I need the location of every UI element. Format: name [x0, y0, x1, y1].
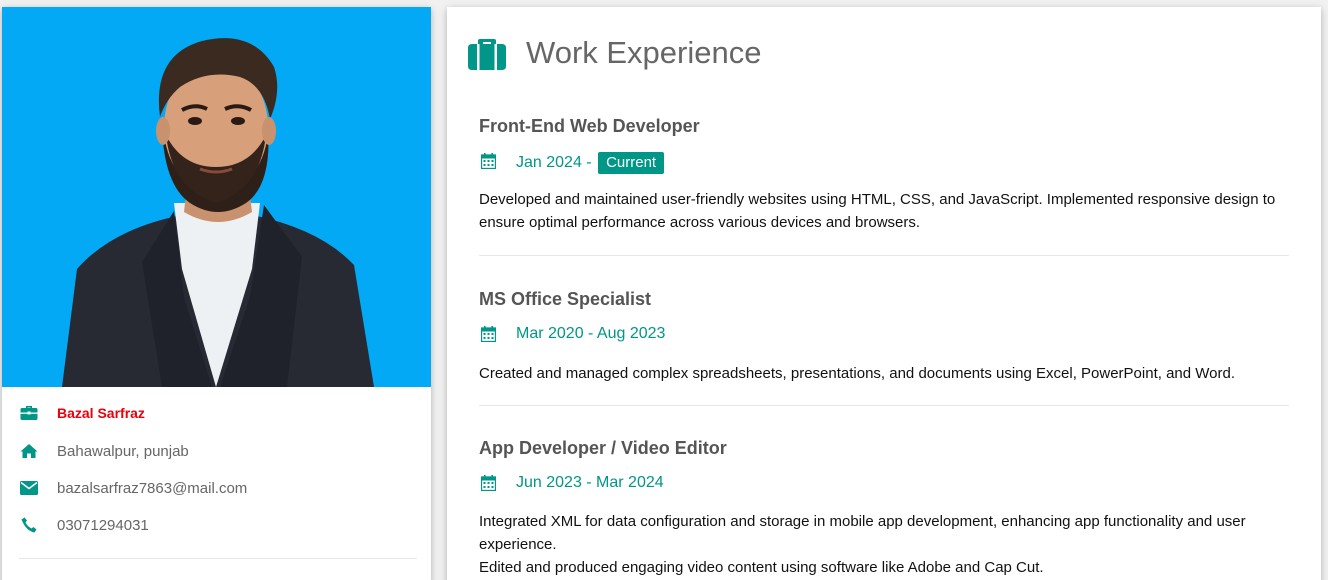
job-divider [479, 255, 1289, 256]
profile-name-row: Bazal Sarfraz [19, 401, 145, 425]
section-title: Work Experience [526, 35, 762, 70]
job-date-text: Jun 2023 - Mar 2024 [516, 474, 664, 491]
job-description: Edited and produced engaging video conte… [479, 559, 1044, 576]
job-title: MS Office Specialist [479, 289, 652, 309]
profile-photo [2, 7, 431, 387]
profile-card: Bazal Sarfraz Bahawalpur, punjab bazalsa… [2, 7, 431, 580]
calendar-icon [480, 475, 497, 496]
job-description: Developed and maintained user-friendly w… [479, 191, 1276, 231]
profile-location: Bahawalpur, punjab [57, 442, 189, 460]
job-entry: App Developer / Video Editor Jun 2023 - … [479, 438, 1289, 579]
profile-divider [19, 558, 417, 559]
job-entry: MS Office Specialist Mar 2020 - Aug 2023… [479, 289, 1289, 385]
job-title: Front-End Web Developer [479, 116, 700, 136]
calendar-icon [480, 153, 497, 174]
profile-email-row: bazalsarfraz7863@mail.com [19, 476, 247, 500]
job-date-text: Jan 2024 - [516, 154, 592, 171]
phone-icon [19, 515, 39, 535]
profile-name: Bazal Sarfraz [57, 405, 145, 421]
job-date: Jun 2023 - Mar 2024 [479, 472, 1289, 496]
job-description: Integrated XML for data configuration an… [479, 513, 1246, 553]
job-date: Mar 2020 - Aug 2023 [479, 323, 1289, 347]
calendar-icon [480, 326, 497, 347]
job-title: App Developer / Video Editor [479, 438, 727, 458]
profile-phone[interactable]: 03071294031 [57, 517, 149, 534]
job-description: Created and managed complex spreadsheets… [479, 365, 1235, 382]
current-badge: Current [598, 152, 665, 174]
job-entry: Front-End Web Developer Jan 2024 - Curre… [479, 116, 1289, 234]
briefcase-icon [468, 38, 506, 75]
briefcase-icon [19, 403, 39, 423]
profile-email[interactable]: bazalsarfraz7863@mail.com [57, 480, 247, 497]
job-date: Jan 2024 - Current [479, 150, 1289, 174]
job-date-text: Mar 2020 - Aug 2023 [516, 325, 666, 342]
home-icon [19, 441, 39, 461]
profile-photo-illustration [62, 38, 374, 387]
profile-location-row: Bahawalpur, punjab [19, 439, 189, 463]
job-divider [479, 405, 1289, 406]
work-experience-card: Work Experience Front-End Web Developer … [447, 7, 1321, 580]
profile-phone-row: 03071294031 [19, 513, 149, 537]
envelope-icon [19, 478, 39, 498]
